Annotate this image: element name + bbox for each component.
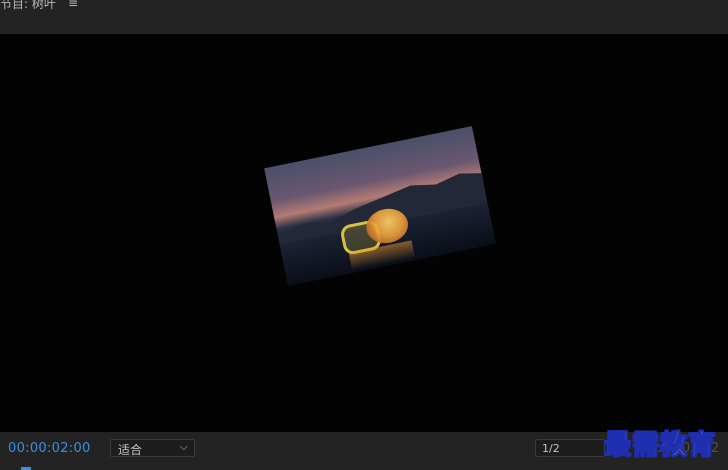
program-viewport[interactable] — [0, 34, 728, 432]
playhead-timecode[interactable]: 00:00:02:00 — [8, 441, 91, 456]
zoom-level-select[interactable]: 适合 ⌵ — [110, 439, 195, 457]
resolution-value: 1/2 — [542, 442, 560, 455]
video-frame-preview[interactable] — [264, 126, 496, 286]
zoom-level-value: 适合 — [118, 443, 143, 457]
chevron-down-icon: ⌵ — [179, 440, 188, 453]
playback-resolution-select[interactable]: 1/2 — [535, 439, 605, 457]
panel-menu-icon[interactable]: ≡ — [68, 0, 78, 10]
program-monitor-header: 节目: 树叶 ≡ — [0, 0, 728, 34]
panel-title[interactable]: 节目: 树叶 — [0, 0, 56, 12]
watermark-logo-text: 最需教育 — [604, 430, 716, 462]
